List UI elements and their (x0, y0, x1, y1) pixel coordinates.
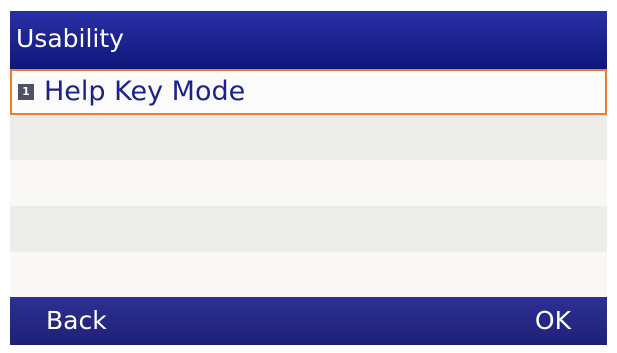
empty-row (10, 252, 607, 297)
empty-row (10, 206, 607, 252)
item-number-badge: 1 (18, 84, 34, 100)
menu-list: 1 Help Key Mode (10, 69, 607, 297)
empty-row (10, 115, 607, 160)
empty-row (10, 160, 607, 206)
menu-item-help-key-mode[interactable]: 1 Help Key Mode (10, 69, 607, 115)
title-bar: Usability (10, 11, 607, 69)
menu-item-label: Help Key Mode (44, 76, 246, 107)
screen-title: Usability (16, 24, 124, 53)
softkey-bar: Back OK (10, 297, 607, 345)
ok-softkey[interactable]: OK (529, 303, 577, 339)
back-softkey[interactable]: Back (40, 303, 113, 339)
phone-display: Usability 1 Help Key Mode Back OK (10, 11, 607, 345)
